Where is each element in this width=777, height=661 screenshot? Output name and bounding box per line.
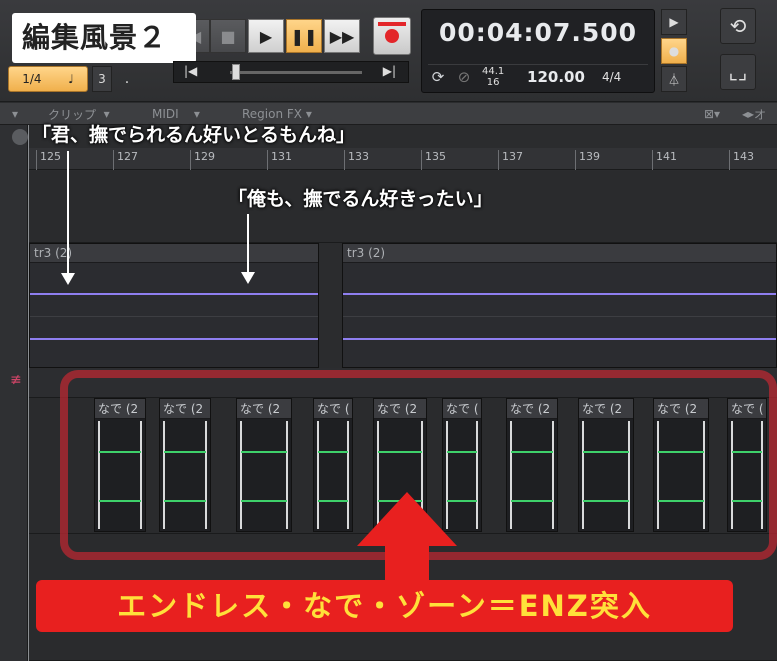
sync-icon[interactable]: ⟳ (428, 68, 448, 88)
ruler-tick (113, 150, 114, 170)
audio-clip-right-name: tr3 (2) (343, 244, 776, 263)
pause-button[interactable]: ❚❚ (286, 19, 322, 53)
ruler-label: 129 (194, 150, 215, 163)
caption-1: 「君、撫でられるん好いとるもんね」 (32, 124, 356, 146)
record-button[interactable] (373, 17, 411, 55)
waveform-left-r (30, 338, 318, 340)
snap-value: 1/4 (22, 72, 42, 86)
caption-2-arrow (247, 214, 249, 274)
loop-button[interactable]: ⟲ (720, 8, 756, 44)
sample-rate: 44.1 16 (482, 66, 504, 88)
ruler-label: 127 (117, 150, 138, 163)
metronome-icon: ⏃ (667, 72, 680, 87)
record-mode-button[interactable]: ● (661, 38, 687, 64)
ruler-tick (344, 150, 345, 170)
quarter-note-icon: ♩ (68, 72, 74, 86)
loop-icon: ⟲ (729, 14, 747, 38)
channel-divider (343, 316, 776, 317)
caption-2: 「俺も、撫でるん好きったい」 (228, 188, 493, 210)
offline-icon[interactable]: ⊘ (454, 68, 474, 88)
tab-right[interactable]: ◂▸ オ (734, 105, 777, 123)
ruler-label: 141 (656, 150, 677, 163)
stop-button[interactable]: ■ (210, 19, 246, 53)
tempo-track-icon[interactable]: ≢ (10, 372, 22, 388)
ruler-tick (498, 150, 499, 170)
menu-arrow-icon[interactable]: ▾ (4, 105, 20, 123)
timecode[interactable]: 00:04:07.500 (422, 18, 654, 47)
tempo[interactable]: 120.00 (526, 68, 586, 86)
ruler-label: 137 (502, 150, 523, 163)
audio-clip-right[interactable]: tr3 (2) (342, 243, 777, 368)
snap-dot[interactable]: . (116, 66, 138, 92)
caption-1-arrowhead-icon (61, 273, 75, 285)
audio-clip-left[interactable]: tr3 (2) (29, 243, 319, 368)
envelope-tool-icon[interactable]: ⊠▾ (696, 105, 732, 123)
time-display: 00:04:07.500 ⟳ ⊘ 44.1 16 120.00 4/4 (421, 9, 655, 93)
play-icon: ▶ (259, 26, 273, 46)
waveform-right-r (343, 338, 776, 340)
caption-1-arrow (67, 151, 69, 275)
title-overlay: 編集風景２ (12, 13, 196, 63)
play-small-icon: ▶ (669, 15, 679, 29)
scrub-knob[interactable] (232, 64, 240, 80)
go-start-icon[interactable]: |◀ (184, 64, 197, 78)
scrub-track (230, 71, 362, 74)
tab-midi-label: MIDI (152, 107, 179, 121)
ruler-label: 133 (348, 150, 369, 163)
meter[interactable]: 4/4 (602, 70, 621, 84)
tab-right-label: オ (754, 107, 767, 122)
ruler-tick (652, 150, 653, 170)
go-end-icon[interactable]: ▶| (383, 64, 396, 78)
ruler-tick (421, 150, 422, 170)
punch-icon: ⌞⌟ (728, 60, 748, 84)
track-gutter (0, 125, 28, 661)
fast-forward-button[interactable]: ▶▶ (324, 19, 360, 53)
waveform-left-l (30, 293, 318, 295)
snap-value-button[interactable]: 1/4 ♩ (8, 66, 88, 92)
playhead-line (28, 125, 29, 661)
sample-rate-top: 44.1 (482, 66, 505, 77)
ruler-tick (267, 150, 268, 170)
ruler-tick (36, 150, 37, 170)
big-up-arrow-shaft (385, 542, 429, 582)
ruler-label: 135 (425, 150, 446, 163)
tab-region-fx-label: Region FX (242, 107, 303, 121)
ruler-label: 139 (579, 150, 600, 163)
ruler-tick (729, 150, 730, 170)
marker-icon[interactable] (12, 129, 28, 145)
caption-2-arrowhead-icon (241, 272, 255, 284)
position-scrubber[interactable]: |◀ ▶| (173, 61, 409, 83)
ruler-label: 143 (733, 150, 754, 163)
ruler-tick (190, 150, 191, 170)
punch-button[interactable]: ⌞⌟ (720, 54, 756, 90)
pause-icon: ❚❚ (290, 26, 318, 46)
waveform-right-l (343, 293, 776, 295)
sample-rate-bottom: 16 (486, 77, 500, 88)
ruler-label: 125 (40, 150, 61, 163)
ruler-tick (575, 150, 576, 170)
snap-count[interactable]: 3 (92, 66, 112, 92)
channel-divider (30, 316, 318, 317)
record-bar-icon (378, 22, 406, 26)
metronome-button[interactable]: ⏃ (661, 66, 687, 92)
enz-banner: エンドレス・なで・ゾーン＝ENZ突入 (36, 580, 733, 632)
play-button[interactable]: ▶ (248, 19, 284, 53)
dot-icon: ● (668, 44, 680, 58)
ruler-label: 131 (271, 150, 292, 163)
audio-clip-left-name: tr3 (2) (30, 244, 318, 263)
fast-forward-icon: ▶▶ (329, 26, 355, 46)
stop-icon: ■ (220, 26, 236, 46)
big-up-arrow-icon (357, 492, 457, 546)
precount-button[interactable]: ▶ (661, 9, 687, 35)
